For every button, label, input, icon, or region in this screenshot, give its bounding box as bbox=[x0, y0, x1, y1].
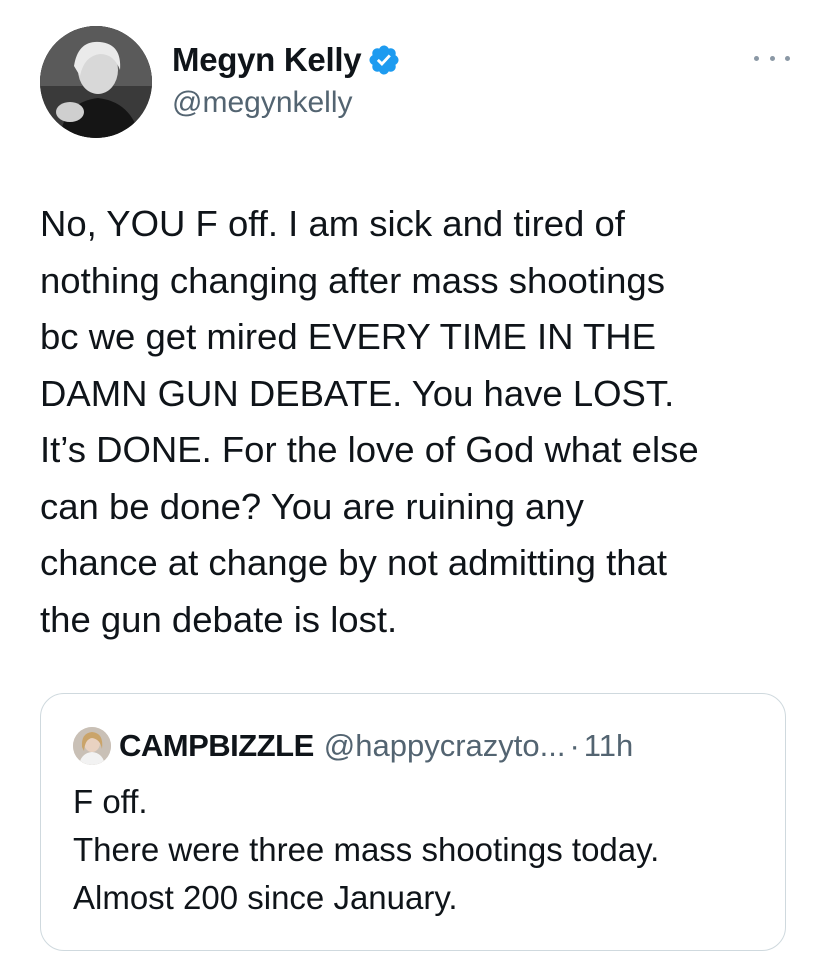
quoted-separator: · bbox=[569, 728, 580, 763]
more-dot bbox=[754, 55, 759, 61]
display-name-row: Megyn Kelly bbox=[172, 38, 401, 82]
quoted-author-handle: @happycrazyto... bbox=[323, 728, 566, 763]
quoted-timestamp: 11h bbox=[583, 728, 634, 763]
quoted-author-display-name: CAMPBIZZLE bbox=[119, 728, 314, 763]
author-names: Megyn Kelly @megynkelly bbox=[172, 38, 401, 120]
quoted-tweet-text: F off. There were three mass shootings t… bbox=[73, 783, 660, 916]
author-avatar[interactable] bbox=[40, 26, 152, 138]
author-avatar-image bbox=[40, 26, 152, 138]
tweet-header: Megyn Kelly @megynkelly bbox=[40, 26, 790, 138]
quoted-tweet[interactable]: CAMPBIZZLE @happycrazyto... · 11h F off.… bbox=[40, 693, 786, 951]
tweet: Megyn Kelly @megynkelly No, YOU F off. I… bbox=[0, 0, 828, 962]
verified-badge-icon bbox=[367, 43, 401, 77]
tweet-text: No, YOU F off. I am sick and tired of no… bbox=[40, 203, 699, 640]
quoted-avatar-image bbox=[73, 727, 111, 765]
more-dot bbox=[769, 55, 775, 61]
more-dot bbox=[785, 55, 790, 61]
quoted-tweet-header: CAMPBIZZLE @happycrazyto... · 11h bbox=[73, 726, 633, 766]
more-options-icon[interactable] bbox=[754, 48, 790, 68]
author-display-name[interactable]: Megyn Kelly bbox=[172, 41, 362, 79]
author-handle[interactable]: @megynkelly bbox=[172, 86, 401, 120]
quoted-author-avatar bbox=[73, 727, 111, 765]
